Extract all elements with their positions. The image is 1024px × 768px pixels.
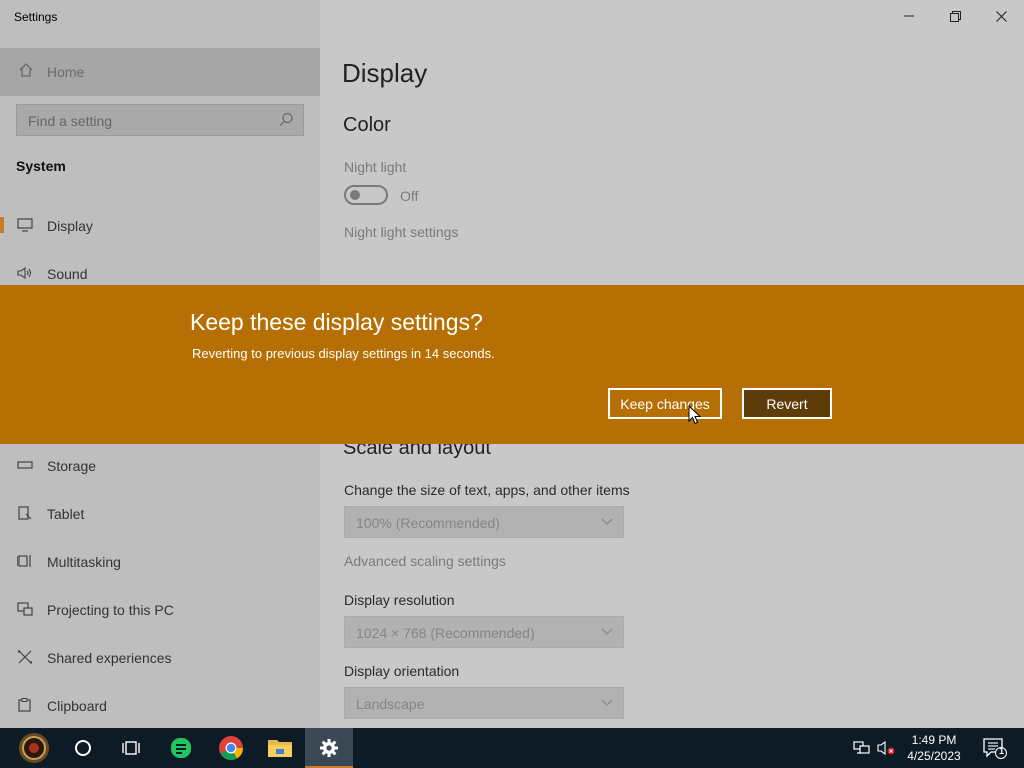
- scale-label: Change the size of text, apps, and other…: [344, 482, 630, 498]
- multitasking-icon: [16, 553, 34, 569]
- keep-settings-dialog: Keep these display settings? Reverting t…: [0, 285, 1024, 444]
- sidebar-item-shared-experiences[interactable]: Shared experiences: [0, 637, 320, 677]
- storage-icon: [16, 457, 34, 473]
- close-button[interactable]: [978, 0, 1024, 32]
- dialog-title: Keep these display settings?: [190, 309, 483, 335]
- minimize-button[interactable]: [886, 0, 932, 32]
- notification-icon: [983, 738, 1007, 759]
- settings-taskbar-button[interactable]: [305, 728, 353, 768]
- tablet-icon: [16, 505, 34, 521]
- chevron-down-icon: [601, 699, 613, 706]
- sidebar-item-label: Projecting to this PC: [47, 602, 174, 618]
- action-center-button[interactable]: 1: [978, 728, 1012, 768]
- projector-icon: [16, 601, 34, 617]
- advanced-scaling-link[interactable]: Advanced scaling settings: [344, 553, 506, 569]
- sidebar-item-label: Display: [47, 218, 93, 234]
- notes-app-button[interactable]: [157, 728, 205, 768]
- shared-icon: [16, 649, 34, 665]
- sidebar-item-label: Tablet: [47, 506, 85, 522]
- night-light-toggle[interactable]: [344, 185, 388, 205]
- search-input[interactable]: Find a setting: [16, 104, 304, 136]
- cortana-button[interactable]: [59, 728, 107, 768]
- home-label: Home: [47, 64, 85, 80]
- sidebar-item-tablet[interactable]: Tablet: [0, 493, 320, 533]
- taskbar: 1:49 PM 4/25/2023 1: [0, 728, 1024, 768]
- sidebar-item-label: Shared experiences: [47, 650, 172, 666]
- group-title-system: System: [16, 158, 66, 174]
- night-light-settings-link[interactable]: Night light settings: [344, 224, 458, 240]
- network-icon: [853, 741, 870, 754]
- orientation-label: Display orientation: [344, 663, 460, 679]
- sidebar-item-storage[interactable]: Storage: [0, 445, 320, 485]
- notes-app-icon: [171, 738, 191, 758]
- sidebar-item-multitasking[interactable]: Multitasking: [0, 541, 320, 581]
- task-view-button[interactable]: [107, 728, 155, 768]
- scale-value: 100% (Recommended): [356, 515, 500, 531]
- file-explorer-button[interactable]: [256, 728, 304, 768]
- search-icon: [277, 111, 295, 129]
- sidebar-item-label: Sound: [47, 266, 88, 282]
- mouse-cursor-icon: [688, 405, 702, 425]
- orientation-value: Landscape: [356, 696, 425, 712]
- settings-icon: [320, 739, 338, 757]
- night-light-state: Off: [400, 188, 419, 204]
- chevron-down-icon: [601, 518, 613, 525]
- title-bar: Settings: [0, 0, 1024, 32]
- clock[interactable]: 1:49 PM 4/25/2023: [900, 732, 968, 764]
- volume-tray-button[interactable]: [874, 728, 898, 768]
- file-explorer-icon: [268, 740, 292, 757]
- sidebar-item-label: Multitasking: [47, 554, 121, 570]
- search-placeholder: Find a setting: [28, 113, 113, 129]
- sidebar-item-label: Storage: [47, 458, 97, 474]
- restore-icon: [949, 10, 961, 22]
- close-icon: [995, 10, 1007, 22]
- sidebar-item-clipboard[interactable]: Clipboard: [0, 685, 320, 725]
- color-heading: Color: [343, 114, 391, 136]
- night-light-label: Night light: [344, 159, 407, 175]
- volume-muted-icon: [877, 740, 895, 756]
- clock-time: 1:49 PM: [911, 733, 957, 747]
- resolution-value: 1024 × 768 (Recommended): [356, 625, 535, 641]
- home-icon: [17, 62, 35, 82]
- sidebar-item-display[interactable]: Display: [0, 205, 320, 245]
- sidebar-item-projecting[interactable]: Projecting to this PC: [0, 589, 320, 629]
- revert-button[interactable]: Revert: [742, 388, 832, 419]
- resolution-label: Display resolution: [344, 592, 455, 608]
- scale-dropdown[interactable]: 100% (Recommended): [344, 506, 624, 538]
- resolution-dropdown[interactable]: 1024 × 768 (Recommended): [344, 616, 624, 648]
- network-tray-button[interactable]: [850, 728, 874, 768]
- home-button[interactable]: Home: [0, 48, 320, 96]
- page-title: Display: [342, 58, 428, 88]
- speaker-icon: [16, 265, 34, 281]
- orientation-dropdown[interactable]: Landscape: [344, 687, 624, 719]
- sidebar-item-label: Clipboard: [47, 698, 107, 714]
- cortana-icon: [75, 740, 91, 756]
- dialog-message: Reverting to previous display settings i…: [192, 346, 495, 361]
- notification-count: 1: [999, 746, 1005, 756]
- chrome-button[interactable]: [207, 728, 255, 768]
- monitor-icon: [16, 217, 34, 233]
- start-button[interactable]: [10, 728, 58, 768]
- window-title: Settings: [14, 10, 58, 24]
- chrome-icon: [219, 736, 243, 761]
- restore-button[interactable]: [932, 0, 978, 32]
- chevron-down-icon: [601, 628, 613, 635]
- start-icon: [19, 733, 49, 763]
- keep-changes-button[interactable]: Keep changes: [608, 388, 722, 419]
- minimize-icon: [904, 15, 914, 17]
- clock-date: 4/25/2023: [907, 749, 961, 763]
- clipboard-icon: [16, 697, 34, 713]
- task-view-icon: [122, 741, 140, 755]
